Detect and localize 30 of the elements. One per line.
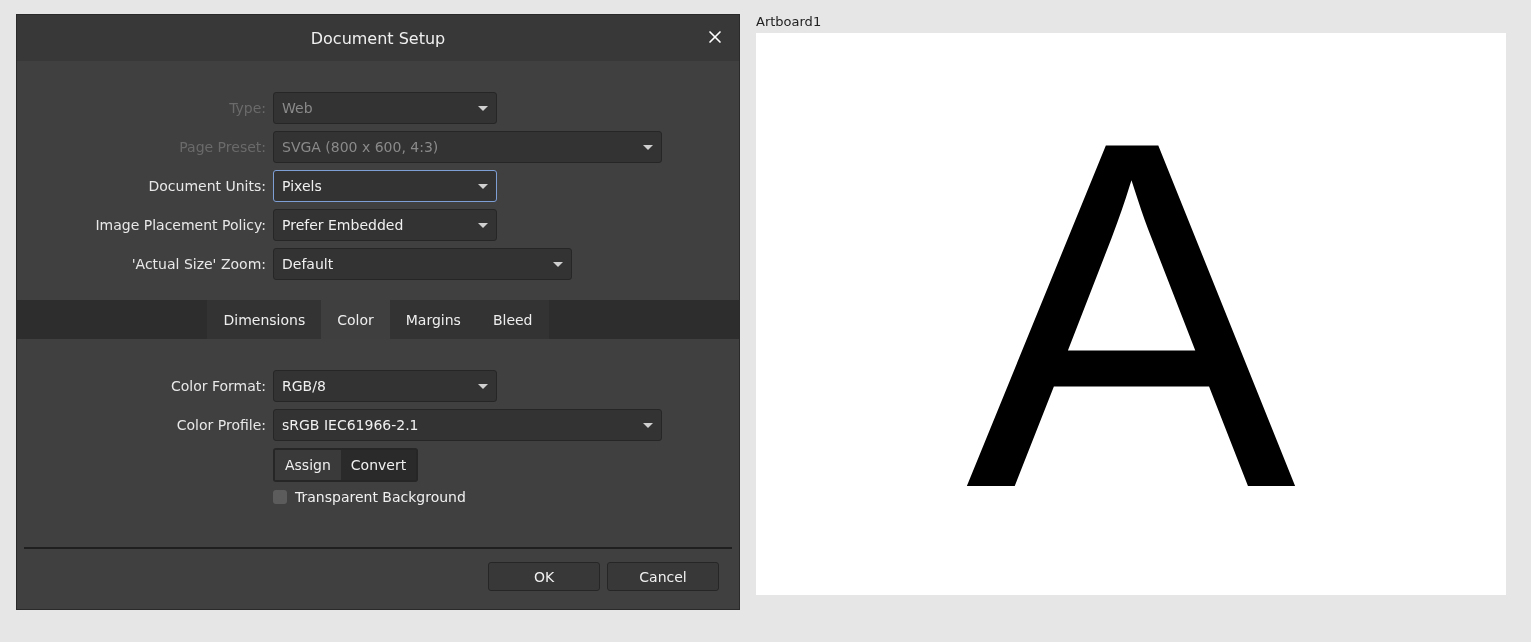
dropdown-caret-icon	[478, 183, 488, 189]
dialog-button[interactable]: Cancel	[607, 562, 719, 591]
tab[interactable]: Margins	[389, 300, 477, 339]
dropdown[interactable]: sRGB IEC61966-2.1	[273, 409, 662, 441]
checkbox[interactable]	[273, 490, 287, 504]
tab[interactable]: Bleed	[476, 300, 549, 339]
artboard-label: Artboard1	[756, 14, 823, 29]
dropdown[interactable]: Prefer Embedded	[273, 209, 497, 241]
dropdown[interactable]: Pixels	[273, 170, 497, 202]
dropdown[interactable]: Default	[273, 248, 572, 280]
dialog-title: Document Setup	[310, 28, 446, 48]
dropdown-caret-icon	[553, 261, 563, 267]
segment-button[interactable]: Assign	[275, 450, 341, 480]
field-label: Color Profile:	[176, 417, 266, 433]
field-label: Image Placement Policy:	[95, 217, 266, 233]
dropdown-caret-icon	[643, 422, 653, 428]
artboard-text: A	[965, 66, 1297, 562]
tab[interactable]: Color	[321, 300, 390, 339]
tab[interactable]: Dimensions	[207, 300, 322, 339]
dropdown-caret-icon	[478, 222, 488, 228]
dropdown-caret-icon	[643, 144, 653, 150]
field-label: Color Format:	[170, 378, 266, 394]
checkbox-label: Transparent Background	[295, 489, 466, 505]
dropdown-caret-icon	[478, 105, 488, 111]
dropdown-caret-icon	[478, 383, 488, 389]
field-label: Document Units:	[148, 178, 266, 194]
dialog-button[interactable]: OK	[488, 562, 600, 591]
dropdown[interactable]: RGB/8	[273, 370, 497, 402]
field-label: 'Actual Size' Zoom:	[131, 256, 266, 272]
segment-button[interactable]: Convert	[340, 450, 417, 480]
